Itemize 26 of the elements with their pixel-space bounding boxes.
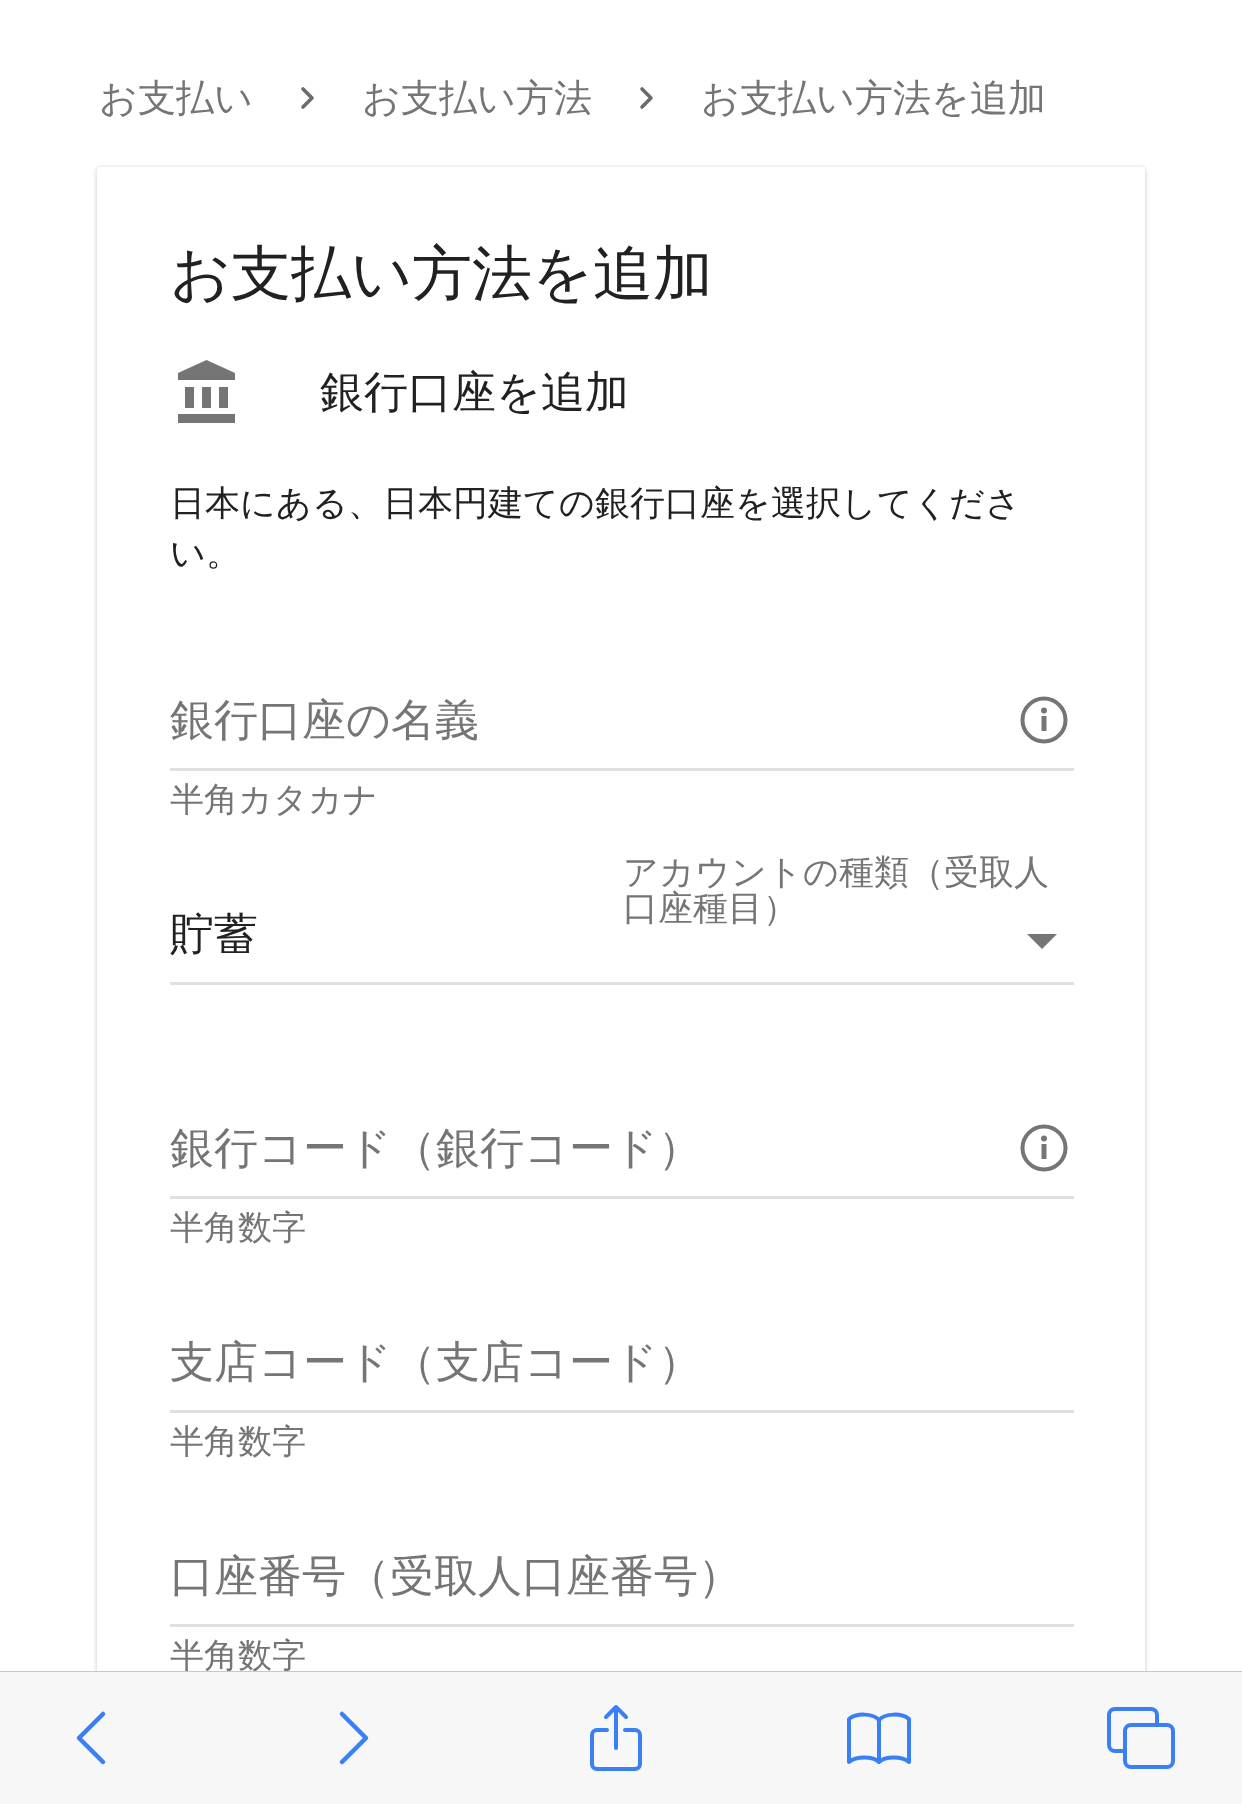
helper-text: 半角数字 — [170, 1421, 306, 1461]
field-label: アカウントの種類（受取人口座種目） — [623, 854, 1050, 926]
text-field[interactable]: 銀行コード（銀行コード） — [170, 1101, 1074, 1199]
description-text: 日本にある、日本円建ての銀行口座を選択してください。 — [170, 482, 1022, 574]
chevron-right-icon — [300, 86, 315, 110]
section-title: 銀行口座を追加 — [320, 366, 629, 418]
dropdown-field[interactable]: 貯蓄 アカウントの種類（受取人口座種目） — [170, 854, 1074, 985]
text-field[interactable]: 銀行口座の名義 — [170, 673, 1074, 771]
text-field[interactable]: 支店コード（支店コード） — [170, 1315, 1074, 1413]
helper-text: 半角カタカナ — [170, 779, 378, 819]
forward-icon[interactable] — [337, 1710, 370, 1766]
tabs-icon[interactable] — [1106, 1706, 1176, 1770]
dropdown-arrow-icon — [1027, 934, 1057, 949]
chevron-right-icon — [639, 86, 654, 110]
info-icon[interactable] — [1020, 695, 1068, 744]
share-icon[interactable] — [588, 1703, 644, 1773]
breadcrumb-link[interactable]: お支払い方法 — [362, 75, 592, 121]
book-icon[interactable] — [845, 1710, 912, 1766]
back-icon[interactable] — [75, 1710, 107, 1766]
breadcrumb-link[interactable]: お支払い — [99, 75, 253, 121]
bank-icon — [178, 360, 235, 423]
card-title: お支払い方法を追加 — [170, 239, 714, 309]
helper-text: 半角数字 — [170, 1207, 306, 1247]
text-field[interactable]: 口座番号（受取人口座番号） — [170, 1529, 1074, 1627]
breadcrumb-link[interactable]: お支払い方法を追加 — [701, 75, 1046, 121]
info-icon[interactable] — [1020, 1123, 1068, 1172]
